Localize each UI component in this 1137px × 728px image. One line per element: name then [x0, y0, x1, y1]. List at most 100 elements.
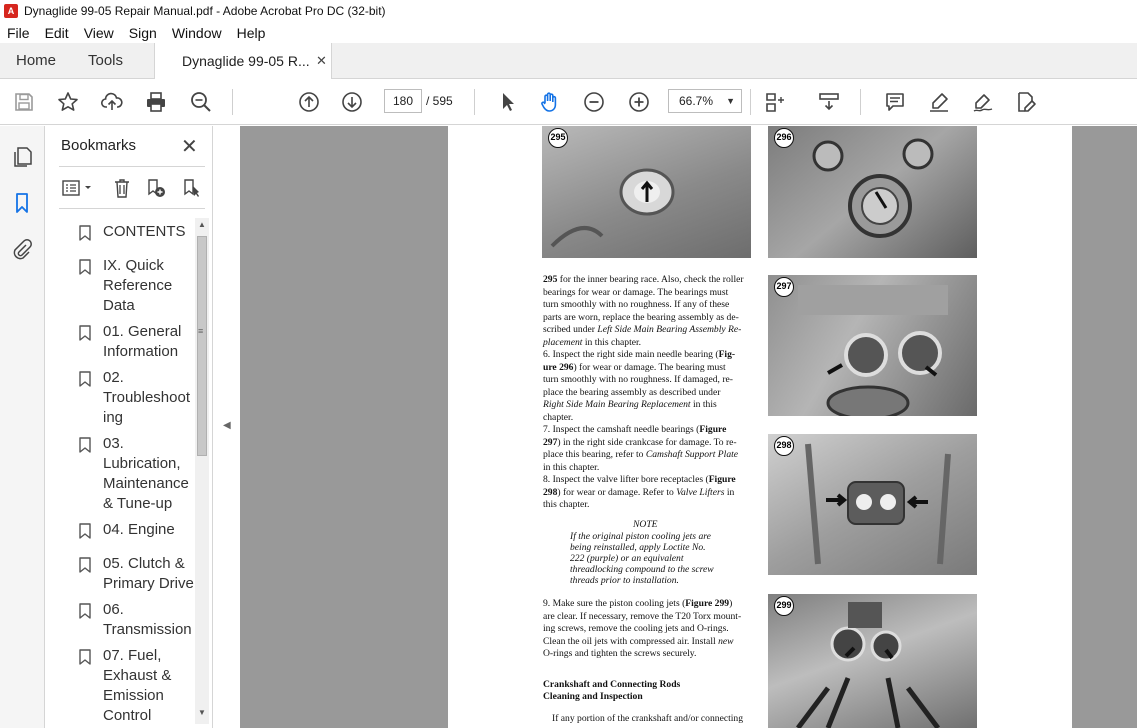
tab-bar: Home Tools Dynaglide 99-05 R... ✕ [0, 43, 1137, 80]
zoom-in-icon[interactable] [628, 91, 650, 113]
menu-file[interactable]: File [0, 25, 38, 41]
options-icon[interactable] [61, 178, 97, 198]
upload-icon[interactable] [101, 91, 123, 113]
engine-part-image [550, 168, 675, 248]
acrobat-icon: A [4, 4, 18, 18]
figure-299: 299 [768, 594, 977, 728]
bookmark-icon [79, 259, 91, 275]
divider [59, 208, 205, 209]
bookmark-label: 04. Engine [103, 521, 175, 538]
bookmark-icon [79, 523, 91, 539]
page-total: / 595 [426, 94, 453, 108]
figure-296: 296 [768, 126, 977, 258]
toolbar-separator [474, 89, 475, 115]
zoom-out-icon[interactable] [583, 91, 605, 113]
toolbar-separator [232, 89, 233, 115]
tab-tools[interactable]: Tools [88, 43, 123, 79]
zoom-search-icon[interactable] [190, 91, 212, 113]
edit-pdf-icon[interactable] [1015, 91, 1037, 113]
scroll-down-icon[interactable]: ▼ [198, 708, 206, 717]
page-layout-icon[interactable] [764, 91, 786, 113]
title-bar: A Dynaglide 99-05 Repair Manual.pdf - Ad… [0, 0, 1137, 22]
bookmark-label: 07. Fuel, Exhaust & Emission Control [103, 647, 172, 724]
menu-edit[interactable]: Edit [38, 25, 77, 41]
toolbar-separator [860, 89, 861, 115]
figure-number: 296 [774, 128, 794, 148]
engine-part-image [798, 285, 948, 416]
body-text-block: 9. Make sure the piston cooling jets (Fi… [543, 598, 742, 659]
bookmark-icon [79, 437, 91, 453]
save-icon[interactable] [13, 91, 35, 113]
body-text-block: If any portion of the crankshaft and/or … [552, 713, 744, 724]
bookmark-label: 06. Transmission [103, 601, 192, 638]
bookmarks-panel: Bookmarks ✕ CONTENTS IX. Quick Reference D… [45, 126, 213, 728]
delete-icon[interactable] [112, 178, 132, 198]
bookmarks-scrollbar[interactable]: ▲ ≡ ▼ [195, 218, 209, 724]
menu-bar: File Edit View Sign Window Help [0, 22, 1137, 43]
bookmarks-title: Bookmarks [61, 137, 137, 154]
menu-window[interactable]: Window [165, 25, 230, 41]
bookmark-label: 05. Clutch & Primary Drive [103, 555, 194, 592]
hand-icon[interactable] [539, 91, 561, 113]
close-icon[interactable]: ✕ [181, 134, 198, 159]
panel-collapse-strip[interactable]: ◀ [213, 126, 240, 728]
section-heading: Crankshaft and Connecting Rods Cleaning … [543, 679, 681, 702]
bookmark-label: 01. General Information [103, 323, 182, 360]
bookmark-icon [79, 371, 91, 387]
bookmark-icon [79, 325, 91, 341]
new-bookmark-icon[interactable] [146, 178, 166, 198]
bookmark-icon[interactable] [11, 192, 33, 214]
menu-sign[interactable]: Sign [122, 25, 165, 41]
sign-icon[interactable] [972, 91, 994, 113]
new-bookmark-from-structure-icon[interactable] [182, 178, 202, 198]
chevron-down-icon: ▼ [726, 96, 735, 106]
highlight-icon[interactable] [928, 91, 950, 113]
bookmark-label: 03. Lubrication, Maintenance & Tune-up [103, 435, 189, 512]
engine-part-image [805, 443, 951, 565]
close-icon[interactable]: ✕ [316, 43, 327, 79]
menu-help[interactable]: Help [230, 25, 274, 41]
figure-number: 298 [774, 436, 794, 456]
pdf-page: 295 296 297 298 299 295 for the inner be… [448, 126, 1072, 728]
figure-number: 297 [774, 277, 794, 297]
document-viewport[interactable]: 295 296 297 298 299 295 for the inner be… [240, 126, 1137, 728]
body-text-block: 295 for the inner bearing race. Also, ch… [543, 274, 744, 510]
bookmark-label: 02. Troubleshoot ing [103, 369, 190, 426]
star-icon[interactable] [57, 91, 79, 113]
toolbar: 180 / 595 66.7% ▼ [0, 79, 1137, 125]
collapse-arrow-icon[interactable]: ◀ [223, 420, 231, 431]
zoom-level-value: 66.7% [679, 94, 714, 108]
zoom-level-select[interactable]: 66.7% ▼ [668, 89, 742, 113]
note-text: If the original piston cooling jets are … [570, 531, 714, 586]
engine-part-image [812, 138, 934, 238]
divider [59, 166, 205, 167]
bookmark-label: CONTENTS [103, 223, 186, 240]
left-rail [0, 126, 45, 728]
tab-home[interactable]: Home [16, 43, 56, 79]
page-number-input[interactable]: 180 [384, 89, 422, 113]
figure-295: 295 [542, 126, 751, 258]
bookmark-icon [79, 603, 91, 619]
bookmark-label: IX. Quick Reference Data [103, 257, 173, 314]
comment-icon[interactable] [884, 91, 906, 113]
scroll-mode-icon[interactable] [818, 91, 840, 113]
page-down-icon[interactable] [341, 91, 363, 113]
figure-297: 297 [768, 275, 977, 416]
page-up-icon[interactable] [298, 91, 320, 113]
pages-icon[interactable] [11, 146, 33, 168]
tab-document[interactable]: Dynaglide 99-05 R... ✕ [154, 43, 332, 80]
bookmark-icon [79, 557, 91, 573]
print-icon[interactable] [145, 91, 167, 113]
scrollbar-thumb[interactable] [197, 236, 207, 456]
attachment-icon[interactable] [11, 238, 33, 260]
window-title: Dynaglide 99-05 Repair Manual.pdf - Adob… [24, 4, 386, 18]
select-arrow-icon[interactable] [497, 91, 519, 113]
note-title: NOTE [633, 519, 658, 530]
bookmark-icon [79, 649, 91, 665]
figure-298: 298 [768, 434, 977, 575]
menu-view[interactable]: View [77, 25, 122, 41]
scroll-up-icon[interactable]: ▲ [198, 220, 206, 229]
figure-number: 299 [774, 596, 794, 616]
toolbar-separator [750, 89, 751, 115]
engine-part-image [796, 602, 940, 728]
